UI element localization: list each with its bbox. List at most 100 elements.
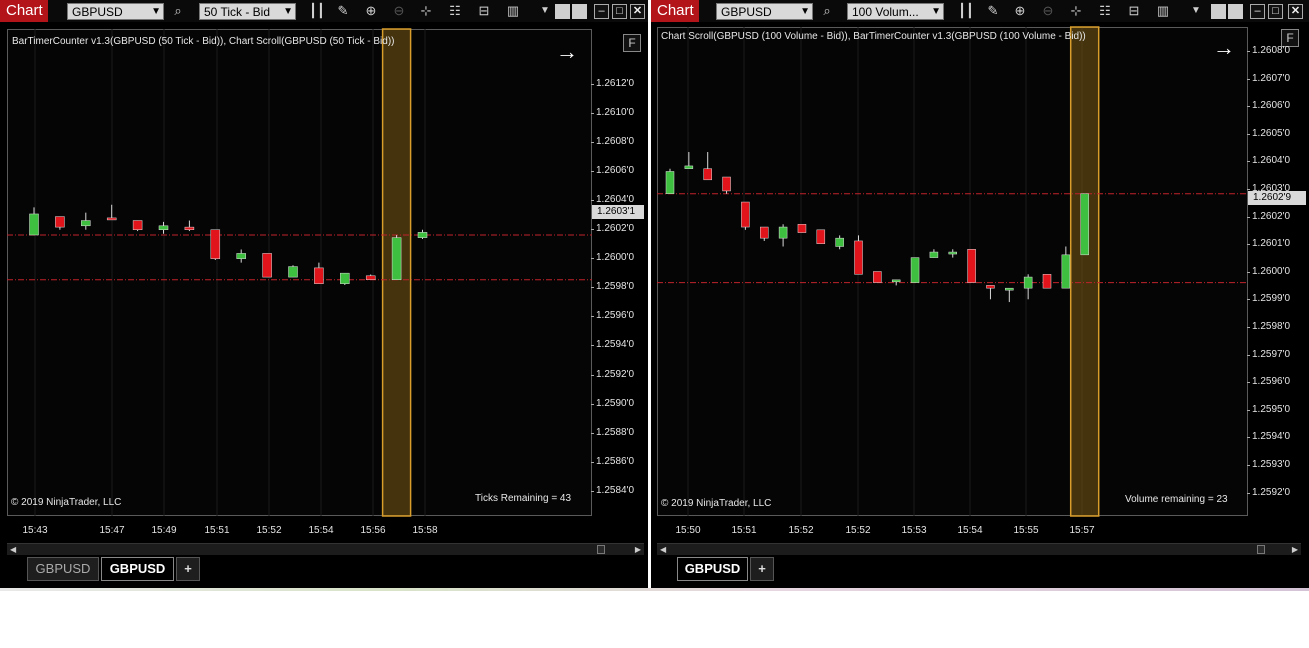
candle-up <box>288 266 298 278</box>
time-axis[interactable]: 15:43 15:47 15:49 15:51 15:52 15:54 15:56 15:58 <box>7 518 592 538</box>
bar-style-icon[interactable]: ┃┃ <box>957 2 975 20</box>
tab-bar: GBPUSD GBPUSD + <box>27 557 207 583</box>
price-tick-label: 1.2606'0 <box>590 165 635 177</box>
add-tab-button[interactable]: + <box>750 557 774 581</box>
candle-down <box>797 224 807 233</box>
scroll-right-icon[interactable]: ▶ <box>1292 545 1298 554</box>
price-tick-label: 1.2602'0 <box>590 223 635 235</box>
time-tick-label: 15:52 <box>845 525 871 536</box>
interval-value: 50 Tick - Bid <box>204 5 271 19</box>
instrument-selector[interactable]: GBPUSD ▼ <box>716 3 813 20</box>
pin-button[interactable] <box>1211 4 1226 19</box>
candle-down <box>1042 274 1052 289</box>
crosshair-icon[interactable]: ⊹ <box>1067 2 1085 20</box>
price-tick-label: 1.2608'0 <box>1246 45 1291 56</box>
time-tick-label: 15:51 <box>731 525 757 536</box>
bar-style-icon[interactable]: ┃┃ <box>308 2 326 20</box>
maximize-button[interactable]: □ <box>1268 4 1283 19</box>
instrument-selector[interactable]: GBPUSD ▼ <box>67 3 164 20</box>
price-tick-label: 1.2612'0 <box>590 78 635 89</box>
ticks-remaining-text: Ticks Remaining = 43 <box>475 493 572 504</box>
search-icon[interactable]: ⌕ <box>818 2 836 20</box>
add-tab-button[interactable]: + <box>176 557 200 581</box>
time-axis[interactable]: 15:50 15:51 15:52 15:52 15:53 15:54 15:55 15:57 <box>657 518 1248 538</box>
price-axis[interactable]: 1.2612'0 1.2610'0 1.2608'0 1.2606'0 1.2604'0… <box>590 29 644 516</box>
time-tick-label: 15:49 <box>151 525 177 536</box>
zoom-out-icon[interactable]: ⊖ <box>1039 2 1057 20</box>
close-button[interactable]: ✕ <box>1288 4 1303 19</box>
price-axis[interactable]: 1.2608'0 1.2607'0 1.2606'0 1.2605'0 1.2604'0… <box>1246 27 1306 516</box>
chart-toolbar: Chart GBPUSD ▼ ⌕ 100 Volum... ▼ ┃┃ ✎ ⊕ ⊖ ⊹… <box>651 0 1309 22</box>
tab-bar: GBPUSD + <box>677 557 787 583</box>
horizontal-scrollbar[interactable]: ◀ ▶ <box>657 543 1301 555</box>
time-tick-label: 15:54 <box>308 525 334 536</box>
candlestick-chart-right[interactable] <box>657 26 1248 517</box>
chart-badge[interactable]: Chart <box>0 0 48 22</box>
time-tick-label: 15:51 <box>204 525 230 536</box>
candle-up <box>1023 276 1033 289</box>
price-tick-label: 1.2601'0 <box>1246 238 1291 250</box>
price-tick-label: 1.2594'0 <box>1246 431 1291 443</box>
tab-gbpusd-2[interactable]: GBPUSD <box>101 557 174 581</box>
copyright-text: © 2019 NinjaTrader, LLC <box>11 497 122 508</box>
time-tick-label: 15:58 <box>412 525 438 536</box>
crosshair-icon[interactable]: ⊹ <box>417 2 435 20</box>
candle-up <box>340 272 350 284</box>
candle-down <box>967 249 976 283</box>
chart-badge[interactable]: Chart <box>651 0 699 22</box>
current-bar-highlight <box>1069 26 1100 517</box>
search-icon[interactable]: ⌕ <box>169 2 187 20</box>
properties-icon[interactable]: ☷ <box>1096 2 1114 20</box>
interval-selector[interactable]: 100 Volum... ▼ <box>847 3 944 20</box>
candle-up <box>1005 287 1014 291</box>
link-button[interactable] <box>1228 4 1243 19</box>
interval-value: 100 Volum... <box>852 5 919 19</box>
draw-pencil-icon[interactable]: ✎ <box>334 2 352 20</box>
more-menu-icon[interactable]: ▼ <box>536 2 554 20</box>
pin-button[interactable] <box>555 4 570 19</box>
templates-icon[interactable]: ⊟ <box>1125 2 1143 20</box>
scroll-left-icon[interactable]: ◀ <box>660 545 666 554</box>
tab-gbpusd-1[interactable]: GBPUSD <box>677 557 748 581</box>
candlestick-chart-left[interactable] <box>7 28 592 517</box>
chevron-down-icon: ▼ <box>800 6 810 17</box>
maximize-button[interactable]: □ <box>612 4 627 19</box>
price-tick-label: 1.2606'0 <box>1246 100 1291 112</box>
scroll-thumb[interactable] <box>1257 545 1265 554</box>
indicators-icon[interactable]: ▥ <box>504 2 522 20</box>
horizontal-scrollbar[interactable]: ◀ ▶ <box>7 543 644 555</box>
candle-down <box>760 226 769 239</box>
close-button[interactable]: ✕ <box>630 4 645 19</box>
scroll-right-icon[interactable]: ▶ <box>635 545 641 554</box>
zoom-out-icon[interactable]: ⊖ <box>390 2 408 20</box>
candle-down <box>365 275 376 280</box>
scroll-right-arrow-icon[interactable]: → <box>556 41 578 63</box>
candle-up <box>684 165 694 169</box>
indicators-icon[interactable]: ▥ <box>1154 2 1172 20</box>
price-tick-label: 1.2597'0 <box>1246 348 1291 360</box>
copyright-text: © 2019 NinjaTrader, LLC <box>661 498 772 509</box>
minimize-button[interactable]: – <box>1250 4 1265 19</box>
templates-icon[interactable]: ⊟ <box>475 2 493 20</box>
candle-up <box>1080 193 1089 256</box>
scroll-left-icon[interactable]: ◀ <box>10 545 16 554</box>
instrument-value: GBPUSD <box>72 5 123 19</box>
chart-window-right: Chart GBPUSD ▼ ⌕ 100 Volum... ▼ ┃┃ ✎ ⊕ ⊖ ⊹… <box>651 0 1309 590</box>
properties-icon[interactable]: ☷ <box>446 2 464 20</box>
draw-pencil-icon[interactable]: ✎ <box>984 2 1002 20</box>
candle-down <box>210 229 221 259</box>
interval-selector[interactable]: 50 Tick - Bid ▼ <box>199 3 296 20</box>
scroll-right-arrow-icon[interactable]: → <box>1213 37 1235 59</box>
price-tick-label: 1.2602'0 <box>1246 210 1291 222</box>
chevron-down-icon: ▼ <box>151 6 161 17</box>
scroll-thumb[interactable] <box>597 545 605 554</box>
last-price-marker: 1.2602'9 <box>1248 191 1306 205</box>
zoom-in-icon[interactable]: ⊕ <box>362 2 380 20</box>
more-menu-icon[interactable]: ▼ <box>1187 2 1205 20</box>
tab-gbpusd-1[interactable]: GBPUSD <box>27 557 99 581</box>
link-button[interactable] <box>572 4 587 19</box>
candle-down <box>722 176 731 192</box>
price-tick-label: 1.2594'0 <box>590 339 635 351</box>
zoom-in-icon[interactable]: ⊕ <box>1011 2 1029 20</box>
minimize-button[interactable]: – <box>594 4 609 19</box>
